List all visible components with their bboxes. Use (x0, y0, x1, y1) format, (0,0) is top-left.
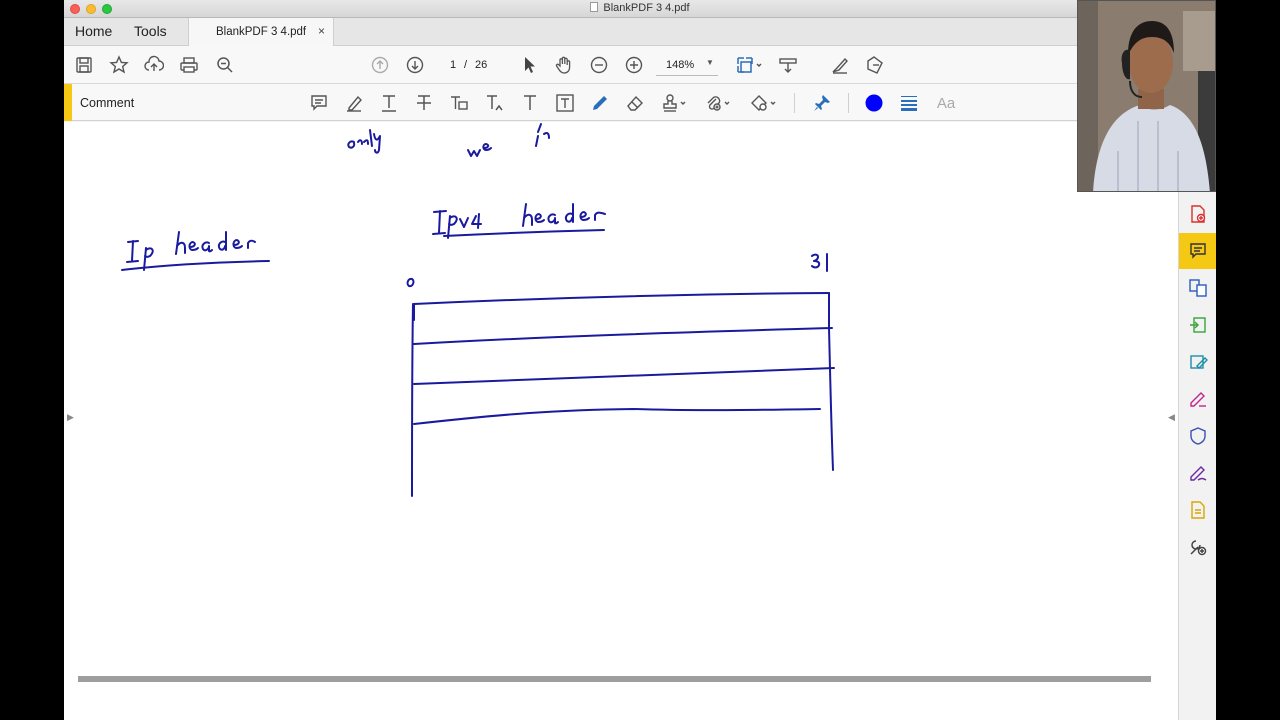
presenter-video (1078, 1, 1215, 191)
ink-bit-labels (406, 253, 828, 288)
create-pdf-icon[interactable] (1187, 203, 1209, 225)
pin-icon[interactable] (811, 92, 833, 114)
scan-ocr-icon[interactable] (1187, 499, 1209, 521)
page-up-icon[interactable] (369, 54, 391, 76)
zoom-dropdown[interactable]: 148% ▼ (656, 54, 718, 76)
edit-pdf-icon[interactable] (1187, 351, 1209, 373)
export-pdf-icon[interactable] (1187, 314, 1209, 336)
page-number-input[interactable]: 1 (441, 54, 465, 76)
attach-icon[interactable] (704, 92, 732, 114)
protect-icon[interactable] (1187, 425, 1209, 447)
toolbar-divider (848, 93, 849, 113)
document-icon (590, 2, 599, 12)
document-tab-label: BlankPDF 3 4.pdf (216, 26, 307, 38)
chevron-down-icon: ▼ (706, 58, 714, 67)
print-icon[interactable] (178, 54, 200, 76)
highlight-icon[interactable] (343, 92, 365, 114)
organize-pages-icon[interactable] (1187, 277, 1209, 299)
sign-icon[interactable] (829, 54, 851, 76)
page-total: 26 (475, 59, 488, 71)
page-separator: / (464, 59, 468, 71)
upload-icon[interactable] (143, 54, 165, 76)
replace-text-icon[interactable] (448, 92, 470, 114)
font-size-button[interactable]: Aa (933, 92, 959, 114)
insert-text-icon[interactable] (483, 92, 505, 114)
ink-ip-header (121, 231, 270, 271)
page-down-icon[interactable] (404, 54, 426, 76)
document-view[interactable]: ▶ ◀ (64, 122, 1178, 720)
star-icon[interactable] (108, 54, 130, 76)
window-title-text: BlankPDF 3 4.pdf (603, 2, 690, 14)
scroll-mode-icon[interactable] (777, 54, 799, 76)
ink-annotation-layer (121, 123, 835, 497)
ink-text-we (467, 123, 550, 157)
select-cursor-icon[interactable] (518, 54, 540, 76)
tab-bar: Home Tools BlankPDF 3 4.pdf × (64, 18, 1216, 46)
draw-pencil-icon[interactable] (589, 92, 611, 114)
text-box-icon[interactable] (554, 92, 576, 114)
zoom-in-icon[interactable] (623, 54, 645, 76)
stamp-icon[interactable] (661, 92, 689, 114)
eraser-icon[interactable] (624, 92, 646, 114)
add-text-icon[interactable] (519, 92, 541, 114)
share-icon[interactable] (864, 54, 886, 76)
toolbar-divider (794, 93, 795, 113)
fill-sign-icon[interactable] (1187, 388, 1209, 410)
webcam-overlay (1077, 0, 1216, 192)
color-dot-icon[interactable] (863, 92, 885, 114)
tab-home[interactable]: Home (75, 23, 112, 39)
sticky-note-icon[interactable] (308, 92, 330, 114)
tab-tools[interactable]: Tools (134, 23, 167, 39)
strikethrough-icon[interactable] (413, 92, 435, 114)
zoom-out-icon[interactable] (588, 54, 610, 76)
comment-icon[interactable] (1187, 240, 1209, 262)
save-icon[interactable] (73, 54, 95, 76)
more-tools-icon[interactable] (1187, 536, 1209, 558)
ink-header-table (411, 292, 835, 497)
document-tab[interactable]: BlankPDF 3 4.pdf × (188, 18, 334, 46)
line-weight-icon[interactable] (898, 92, 920, 114)
comment-toolbar-label: Comment (80, 96, 135, 110)
find-icon[interactable] (214, 54, 236, 76)
hand-icon[interactable] (553, 54, 575, 76)
fit-page-icon[interactable] (734, 54, 764, 76)
comment-toolbar: Comment Aa (64, 84, 1216, 121)
send-for-signature-icon[interactable] (1187, 462, 1209, 484)
comment-accent-bar (64, 84, 72, 121)
ink-text-only (347, 129, 381, 154)
shapes-icon[interactable] (750, 92, 778, 114)
ink-ipv4-header (432, 203, 606, 239)
zoom-value: 148% (666, 59, 695, 71)
title-bar: BlankPDF 3 4.pdf (64, 0, 1216, 18)
tools-pane (1178, 122, 1216, 720)
main-toolbar: 1 / 26 148% ▼ (64, 46, 1216, 84)
window-title: BlankPDF 3 4.pdf (64, 2, 1216, 14)
document-tab-close-button[interactable]: × (318, 24, 325, 38)
underline-text-icon[interactable] (378, 92, 400, 114)
pdf-reader-window: BlankPDF 3 4.pdf Home Tools BlankPDF 3 4… (64, 0, 1216, 720)
